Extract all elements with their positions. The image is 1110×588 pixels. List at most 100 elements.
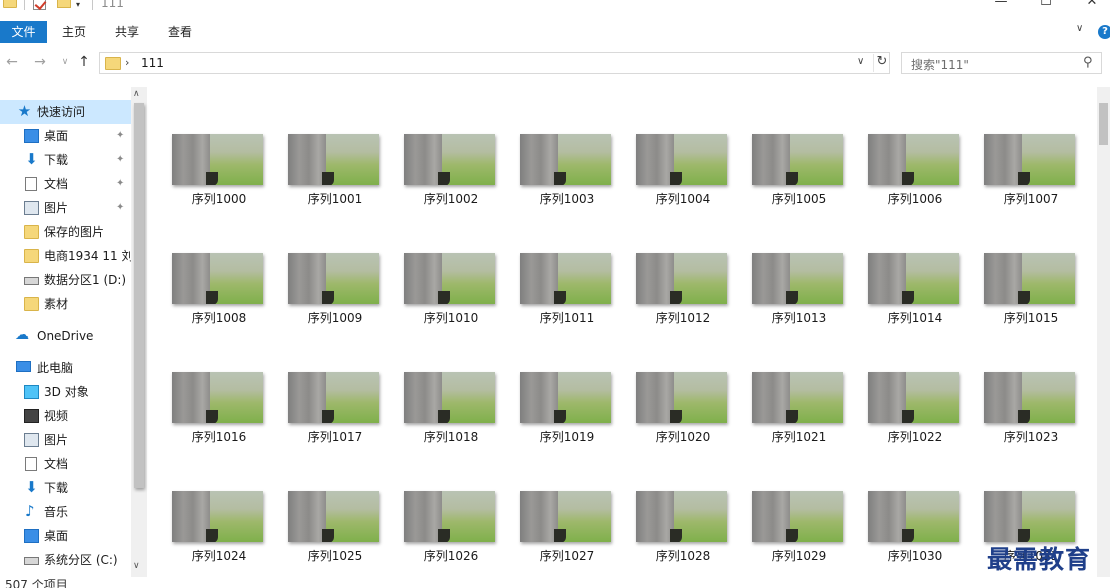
file-item[interactable]: 序列1022 [857,372,973,472]
scrollbar-thumb[interactable] [1099,103,1108,145]
file-item[interactable]: 序列1010 [393,253,509,353]
file-item[interactable]: 序列1025 [277,491,393,577]
sidebar-item-saved-pictures[interactable]: 保存的图片 [0,220,132,244]
sidebar-item-downloads-pc[interactable]: ⬇ 下载 [0,476,132,500]
new-folder-icon[interactable] [57,0,71,8]
pin-icon[interactable]: ✦ [116,196,124,220]
sidebar-item-ecommerce[interactable]: 电商1934 11 刘 [0,244,132,268]
file-item[interactable]: 序列1021 [741,372,857,472]
help-icon[interactable]: ? [1098,25,1110,39]
sidebar-item-label: 系统分区 (C:) [44,553,118,567]
expand-ribbon-icon[interactable]: ∨ [1076,24,1086,34]
file-item[interactable]: 序列1012 [625,253,741,353]
recent-locations-icon[interactable]: ∨ [56,53,74,71]
sidebar-item-drive-d[interactable]: 数据分区1 (D:) [0,268,132,292]
download-icon: ⬇ [25,150,38,168]
up-arrow-icon[interactable]: ↑ [75,53,93,71]
sidebar-item-videos[interactable]: 视频 [0,404,132,428]
sidebar-item-music[interactable]: ♪ 音乐 [0,500,132,524]
scroll-up-icon[interactable]: ∧ [133,89,140,99]
file-item[interactable]: 序列1017 [277,372,393,472]
3d-objects-icon [24,385,39,399]
sidebar-item-label: 数据分区1 (D:) [44,273,127,287]
file-item[interactable]: 序列1030 [857,491,973,577]
download-icon: ⬇ [25,478,38,496]
maximize-button[interactable]: ☐ [1023,0,1069,9]
address-bar[interactable]: › 111 ∨ ↻ [99,52,890,74]
refresh-icon[interactable]: ↻ [873,54,890,72]
file-item[interactable]: 序列1023 [973,372,1089,472]
search-input[interactable]: 搜索"111" ⚲ [901,52,1102,74]
computer-icon [16,361,31,372]
file-item[interactable]: 序列1011 [509,253,625,353]
file-name: 序列1029 [771,549,827,563]
file-item[interactable]: 序列1024 [161,491,277,577]
file-item[interactable]: 序列1009 [277,253,393,353]
customize-quick-access-icon[interactable]: ▾ [76,0,80,10]
pin-icon[interactable]: ✦ [116,124,124,148]
tab-file[interactable]: 文件 [0,21,47,43]
file-item[interactable]: 序列1014 [857,253,973,353]
search-icon[interactable]: ⚲ [1083,55,1093,70]
file-item[interactable]: 序列1007 [973,134,1089,234]
pin-icon[interactable]: ✦ [116,172,124,196]
sidebar-item-desktop[interactable]: 桌面 ✦ [0,124,132,148]
file-item[interactable]: 序列1013 [741,253,857,353]
file-item[interactable]: 序列1028 [625,491,741,577]
sidebar-item-desktop-pc[interactable]: 桌面 [0,524,132,548]
properties-icon[interactable] [33,0,46,10]
file-item[interactable]: 序列1005 [741,134,857,234]
pin-icon[interactable]: ✦ [116,148,124,172]
file-item[interactable]: 序列1004 [625,134,741,234]
file-item[interactable]: 序列1020 [625,372,741,472]
file-name: 序列1030 [887,549,943,563]
sidebar-item-quick-access[interactable]: ★ 快速访问 [0,100,132,124]
file-item[interactable]: 序列1019 [509,372,625,472]
file-item[interactable]: 序列1016 [161,372,277,472]
sidebar-item-materials[interactable]: 素材 [0,292,132,316]
navigation-pane-scrollbar[interactable]: ∧ ∨ [131,87,147,577]
file-list-scrollbar[interactable] [1097,87,1110,577]
divider [92,0,93,10]
file-item[interactable]: 序列1015 [973,253,1089,353]
back-arrow-icon[interactable]: ← [3,53,21,71]
breadcrumb-separator[interactable]: › [125,56,129,69]
file-item[interactable]: 序列1006 [857,134,973,234]
file-item[interactable]: 序列1008 [161,253,277,353]
sidebar-item-downloads[interactable]: ⬇ 下载 ✦ [0,148,132,172]
forward-arrow-icon[interactable]: → [31,53,49,71]
sidebar-item-3d-objects[interactable]: 3D 对象 [0,380,132,404]
tab-share[interactable]: 共享 [115,21,139,43]
file-item[interactable]: 序列1000 [161,134,277,234]
sidebar-item-this-pc[interactable]: 此电脑 [0,356,132,380]
file-name: 序列1011 [539,311,595,325]
sidebar-item-documents[interactable]: 文档 ✦ [0,172,132,196]
tab-view[interactable]: 查看 [168,21,192,43]
file-item[interactable]: 序列1002 [393,134,509,234]
file-thumbnail [288,134,379,185]
sidebar-item-documents-pc[interactable]: 文档 [0,452,132,476]
chevron-down-icon[interactable]: ∨ [857,56,864,67]
file-item[interactable]: 序列1018 [393,372,509,472]
file-thumbnail [520,491,611,542]
file-thumbnail [636,253,727,304]
scrollbar-thumb[interactable] [134,103,144,488]
file-item[interactable]: 序列1003 [509,134,625,234]
sidebar-item-pictures-pc[interactable]: 图片 [0,428,132,452]
close-button[interactable]: ✕ [1069,0,1110,9]
sidebar-item-onedrive[interactable]: ☁ OneDrive [0,324,132,348]
file-item[interactable]: 序列1027 [509,491,625,577]
breadcrumb[interactable]: 111 [141,56,164,70]
sidebar-item-drive-c[interactable]: 系统分区 (C:) [0,548,132,572]
scroll-down-icon[interactable]: ∨ [133,561,140,571]
file-thumbnail [752,134,843,185]
file-item[interactable]: 序列1001 [277,134,393,234]
file-item[interactable]: 序列1029 [741,491,857,577]
file-item[interactable]: 序列1026 [393,491,509,577]
file-name: 序列1001 [307,192,363,206]
star-icon: ★ [17,102,32,120]
tab-home[interactable]: 主页 [62,21,86,43]
sidebar-item-pictures[interactable]: 图片 ✦ [0,196,132,220]
sidebar-item-label: 电商1934 11 刘 [44,249,132,263]
minimize-button[interactable]: — [978,0,1024,9]
